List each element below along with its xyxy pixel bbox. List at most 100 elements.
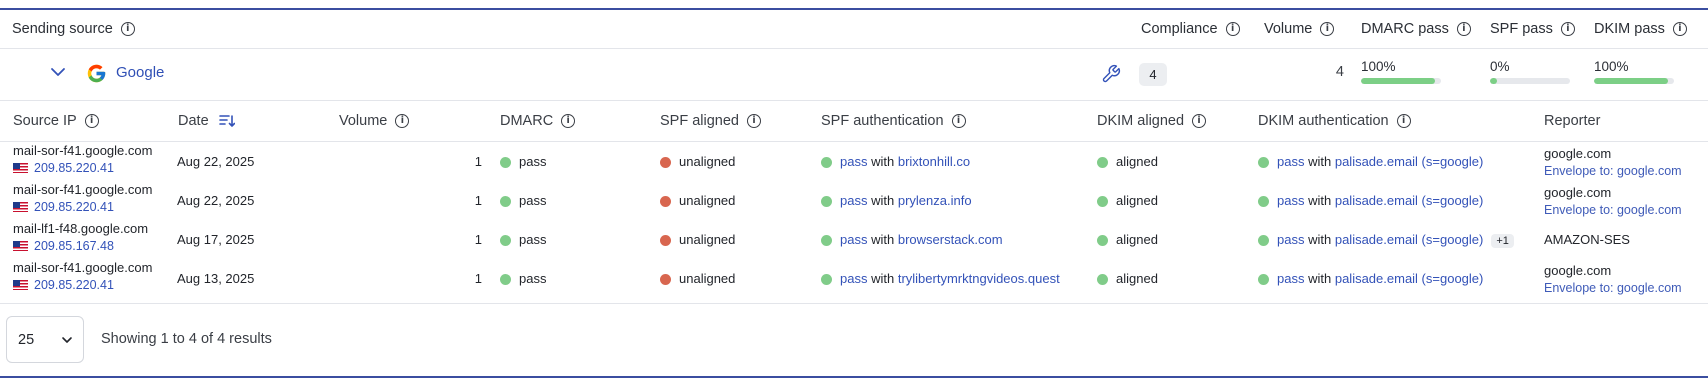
info-icon[interactable]: i	[951, 114, 966, 128]
spf-domain-link[interactable]: trylibertymrktngvideos.quest	[898, 271, 1060, 286]
pass-status-dot	[821, 196, 832, 208]
info-icon[interactable]: i	[747, 114, 761, 128]
spf-result-link[interactable]: pass	[840, 232, 867, 247]
dkim-result-link[interactable]: pass	[1277, 232, 1304, 247]
col-date-label: Date	[178, 113, 209, 129]
spf-pass-value: 0%	[1490, 59, 1510, 74]
spf-domain-link[interactable]: brixtonhill.co	[898, 154, 970, 169]
info-icon[interactable]: i	[84, 114, 99, 128]
col-reporter[interactable]: Reporter	[1544, 101, 1600, 141]
col-dkim-aligned[interactable]: DKIM aligned i	[1097, 101, 1207, 141]
hostname: mail-sor-f41.google.com	[13, 143, 153, 158]
pass-status-dot	[821, 157, 832, 169]
info-icon[interactable]: i	[1456, 22, 1471, 36]
col-volume-label: Volume	[339, 113, 388, 129]
col-reporter-label: Reporter	[1544, 113, 1601, 129]
us-flag-icon	[13, 241, 28, 251]
sending-source-header: Sending source i	[12, 10, 135, 48]
pass-status-dot	[1258, 196, 1269, 208]
dkim-result-link[interactable]: pass	[1277, 193, 1304, 208]
spf-pass-bar	[1490, 78, 1570, 84]
col-date[interactable]: Date	[178, 101, 235, 141]
dkim-domain-link[interactable]: palisade.email (s=google)	[1335, 271, 1484, 286]
info-icon[interactable]: i	[1560, 22, 1575, 36]
ip-address-link[interactable]: 209.85.220.41	[34, 161, 114, 175]
table-row[interactable]: mail-sor-f41.google.com 209.85.220.41 Au…	[0, 259, 1708, 298]
spf-result-link[interactable]: pass	[840, 154, 867, 169]
source-name[interactable]: Google	[116, 64, 164, 81]
fail-status-dot	[660, 157, 671, 169]
dkim-domain-link[interactable]: palisade.email (s=google)	[1335, 154, 1484, 169]
info-icon[interactable]: i	[1672, 22, 1687, 36]
hostname: mail-lf1-f48.google.com	[13, 221, 149, 236]
col-volume[interactable]: Volume i	[339, 101, 410, 141]
table-row[interactable]: mail-sor-f41.google.com 209.85.220.41 Au…	[0, 181, 1708, 220]
source-ip-cell: mail-sor-f41.google.com 209.85.220.41	[13, 182, 152, 214]
pass-status-dot	[1258, 157, 1269, 169]
page-size-select[interactable]: 25	[6, 316, 84, 363]
dkim-result-link[interactable]: pass	[1277, 271, 1304, 286]
dkim-aligned-cell: aligned	[1097, 232, 1158, 247]
us-flag-icon	[13, 280, 28, 290]
info-icon[interactable]: i	[395, 114, 410, 128]
info-icon[interactable]: i	[1320, 22, 1335, 36]
spf-pass-progress: 0%	[1490, 59, 1570, 84]
col-dmarc[interactable]: DMARC i	[500, 101, 576, 141]
dkim-aligned-cell: aligned	[1097, 271, 1158, 286]
sort-descending-icon[interactable]	[218, 114, 235, 128]
spf-auth-cell: pass with browserstack.com	[821, 232, 1003, 247]
with-text: with	[1308, 154, 1332, 169]
spf-domain-link[interactable]: browserstack.com	[898, 232, 1003, 247]
spf-aligned-cell: unaligned	[660, 154, 735, 169]
table-row[interactable]: mail-sor-f41.google.com 209.85.220.41 Au…	[0, 142, 1708, 181]
ip-address-link[interactable]: 209.85.167.48	[34, 239, 114, 253]
volume-cell: 1	[474, 271, 482, 286]
col-dkim-authentication[interactable]: DKIM authentication i	[1258, 101, 1411, 141]
info-icon[interactable]: i	[1225, 22, 1240, 36]
fail-status-dot	[660, 274, 671, 286]
col-dkim-aligned-label: DKIM aligned	[1097, 113, 1185, 129]
dkim-result-link[interactable]: pass	[1277, 154, 1304, 169]
results-summary: Showing 1 to 4 of 4 results	[101, 331, 272, 347]
dkim-domain-link[interactable]: palisade.email (s=google)	[1335, 232, 1484, 247]
table-row[interactable]: mail-lf1-f48.google.com 209.85.167.48 Au…	[0, 220, 1708, 259]
col-spf-authentication[interactable]: SPF authentication i	[821, 101, 966, 141]
reporter-cell: google.com Envelope to: google.com	[1544, 185, 1682, 217]
ip-line: 209.85.220.41	[13, 161, 152, 175]
spf-result-link[interactable]: pass	[840, 271, 867, 286]
info-icon[interactable]: i	[1192, 114, 1207, 128]
col-spf-aligned-label: SPF aligned	[660, 113, 739, 129]
with-text: with	[871, 193, 895, 208]
spf-aligned-cell: unaligned	[660, 232, 735, 247]
pass-status-dot	[1097, 157, 1108, 169]
spf-aligned-cell: unaligned	[660, 193, 735, 208]
ip-address-link[interactable]: 209.85.220.41	[34, 278, 114, 292]
dmarc-result: pass	[519, 154, 547, 169]
compliance-label: Compliance	[1141, 21, 1218, 37]
spf-result-link[interactable]: pass	[840, 193, 867, 208]
dmarc-cell: pass	[500, 271, 546, 286]
dkim-aligned-result: aligned	[1116, 154, 1158, 169]
chevron-down-icon[interactable]	[50, 64, 66, 80]
col-spf-aligned[interactable]: SPF aligned i	[660, 101, 761, 141]
info-icon[interactable]: i	[1396, 114, 1411, 128]
spf-domain-link[interactable]: prylenza.info	[898, 193, 972, 208]
spf-auth-cell: pass with brixtonhill.co	[821, 154, 970, 169]
info-icon[interactable]: i	[561, 114, 576, 128]
wrench-icon[interactable]	[1101, 64, 1121, 84]
hostname: mail-sor-f41.google.com	[13, 182, 153, 197]
dkim-domain-link[interactable]: palisade.email (s=google)	[1335, 193, 1484, 208]
ip-line: 209.85.220.41	[13, 200, 152, 214]
spf-aligned-cell: unaligned	[660, 271, 735, 286]
issues-count-badge[interactable]: 4	[1139, 63, 1167, 86]
col-source-ip[interactable]: Source IP i	[13, 101, 99, 141]
spf-auth-cell: pass with prylenza.info	[821, 193, 972, 208]
source-group-google[interactable]: Google 4 4 100% 0% 100%	[0, 49, 1708, 101]
info-icon[interactable]: i	[120, 22, 135, 36]
dmarc-pass-header: DMARC pass i	[1361, 10, 1471, 48]
ip-address-link[interactable]: 209.85.220.41	[34, 200, 114, 214]
sending-source-label: Sending source	[12, 21, 113, 37]
spf-aligned-result: unaligned	[679, 193, 736, 208]
more-signatures-badge[interactable]: +1	[1491, 234, 1514, 248]
spf-auth-cell: pass with trylibertymrktngvideos.quest	[821, 271, 1060, 286]
